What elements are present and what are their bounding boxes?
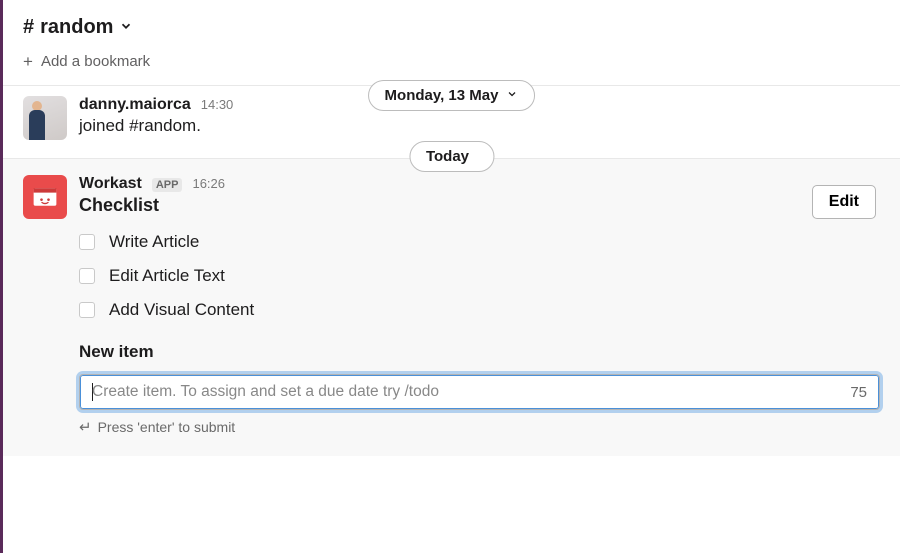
workast-message-block: Edit Workast APP 16:26 Checklist Write A…: [3, 159, 900, 456]
date-label: Monday, 13 May: [385, 87, 499, 104]
hint-row: ↵ Press 'enter' to submit: [79, 418, 880, 436]
checklist-item: Edit Article Text: [79, 266, 880, 286]
sender-name[interactable]: danny.maiorca: [79, 96, 191, 114]
plus-icon: +: [23, 53, 33, 70]
checklist-item-label: Add Visual Content: [109, 300, 254, 320]
avatar[interactable]: [23, 175, 67, 219]
add-bookmark-button[interactable]: + Add a bookmark: [23, 53, 150, 70]
message-header: Workast APP 16:26: [79, 175, 880, 193]
date-divider-pill[interactable]: Monday, 13 May: [368, 80, 536, 111]
checklist-item-label: Write Article: [109, 232, 199, 252]
workast-app-icon: [31, 183, 59, 211]
sender-name[interactable]: Workast: [79, 175, 142, 193]
add-bookmark-label: Add a bookmark: [41, 53, 150, 70]
char-count: 75: [842, 384, 867, 401]
checkbox[interactable]: [79, 268, 95, 284]
checklist-item: Add Visual Content: [79, 300, 880, 320]
new-item-input-wrap[interactable]: 75: [79, 374, 880, 410]
channel-header: # random: [3, 0, 900, 49]
timestamp[interactable]: 16:26: [192, 176, 225, 191]
checklist-item-label: Edit Article Text: [109, 266, 225, 286]
enter-key-icon: ↵: [79, 418, 92, 436]
checklist-item: Write Article: [79, 232, 880, 252]
message-content: Workast APP 16:26 Checklist Write Articl…: [79, 175, 880, 436]
app-badge: APP: [152, 178, 183, 192]
checklist-items: Write Article Edit Article Text Add Visu…: [79, 232, 880, 320]
hash-icon: #: [23, 16, 34, 39]
edit-button[interactable]: Edit: [812, 185, 876, 219]
message-row: Workast APP 16:26 Checklist Write Articl…: [3, 169, 900, 456]
date-label: Today: [426, 148, 469, 165]
chevron-down-icon: [506, 87, 518, 104]
new-item-input[interactable]: [92, 383, 842, 401]
checklist-title: Checklist: [79, 195, 880, 216]
new-item-label: New item: [79, 342, 880, 362]
message-text: joined #random.: [79, 116, 880, 136]
checkbox[interactable]: [79, 302, 95, 318]
channel-name: random: [40, 16, 113, 39]
channel-title[interactable]: # random: [23, 16, 133, 39]
chevron-down-icon: [119, 16, 133, 39]
avatar[interactable]: [23, 96, 67, 140]
date-divider-pill[interactable]: Today: [409, 141, 494, 172]
timestamp[interactable]: 14:30: [201, 97, 234, 112]
checkbox[interactable]: [79, 234, 95, 250]
hint-text: Press 'enter' to submit: [98, 419, 236, 435]
new-item-section: New item 75 ↵ Press 'enter' to submit: [79, 342, 880, 436]
